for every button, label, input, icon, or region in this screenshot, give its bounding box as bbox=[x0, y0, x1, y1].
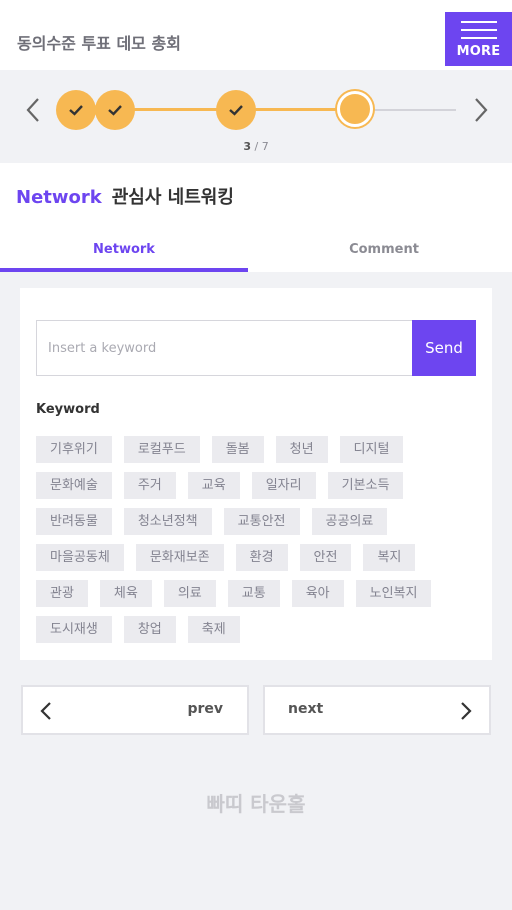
step-done-3[interactable] bbox=[216, 90, 256, 130]
keyword-chip[interactable]: 육아 bbox=[291, 580, 344, 607]
keyword-chip[interactable]: 환경 bbox=[235, 544, 288, 571]
step-current[interactable] bbox=[337, 91, 373, 127]
chip-row: 기후위기 로컬푸드 돌봄 청년 디지털 bbox=[36, 436, 476, 472]
next-button[interactable]: next bbox=[263, 685, 491, 735]
chip-row: 반려동물 청소년정책 교통안전 공공의료 bbox=[36, 508, 476, 544]
keyword-chip[interactable]: 교육 bbox=[187, 472, 240, 499]
footer-brand: 빠띠 타운홀 bbox=[206, 792, 306, 816]
keyword-chip[interactable]: 마을공동체 bbox=[36, 544, 124, 571]
chip-row: 마을공동체 문화재보존 환경 안전 복지 bbox=[36, 544, 476, 580]
keyword-chip[interactable]: 노인복지 bbox=[355, 580, 432, 607]
keyword-chip[interactable]: 문화예술 bbox=[36, 472, 112, 499]
keyword-input[interactable] bbox=[36, 320, 413, 376]
hamburger-icon bbox=[461, 21, 497, 45]
chevron-right-icon[interactable] bbox=[470, 95, 492, 125]
check-icon bbox=[108, 105, 122, 116]
keyword-chip[interactable]: 축제 bbox=[187, 616, 240, 643]
keyword-chip[interactable]: 돌봄 bbox=[211, 436, 264, 463]
keyword-chip[interactable]: 기본소득 bbox=[327, 472, 404, 499]
section-title: Network 관심사 네트워킹 bbox=[16, 183, 234, 209]
keyword-chip[interactable]: 교통 bbox=[227, 580, 280, 607]
keyword-chip[interactable]: 디지털 bbox=[339, 436, 404, 463]
keyword-input-row: Send bbox=[36, 320, 476, 376]
step-progress: 3 / 7 bbox=[0, 70, 512, 162]
keyword-label: Keyword bbox=[36, 402, 100, 417]
app-title: 동의수준 투표 데모 총회 bbox=[17, 34, 181, 53]
prev-button[interactable]: prev bbox=[21, 685, 249, 735]
section-title-en: Network bbox=[16, 187, 102, 208]
tab-comment[interactable]: Comment bbox=[256, 235, 512, 272]
chevron-left-icon bbox=[40, 702, 51, 720]
more-label: MORE bbox=[456, 44, 501, 59]
step-done-1[interactable] bbox=[56, 90, 96, 130]
tab-network[interactable]: Network bbox=[0, 235, 248, 272]
keyword-chip[interactable]: 기후위기 bbox=[36, 436, 112, 463]
keyword-chip[interactable]: 주거 bbox=[123, 472, 176, 499]
keyword-chip[interactable]: 복지 bbox=[363, 544, 416, 571]
keyword-chip[interactable]: 창업 bbox=[123, 616, 176, 643]
next-label: next bbox=[288, 701, 324, 717]
section-title-ko: 관심사 네트워킹 bbox=[111, 187, 234, 208]
keyword-chip[interactable]: 도시재생 bbox=[36, 616, 112, 643]
send-button[interactable]: Send bbox=[412, 320, 476, 376]
keyword-chip[interactable]: 체육 bbox=[99, 580, 152, 607]
total-steps: 7 bbox=[261, 140, 269, 153]
keyword-chip[interactable]: 관광 bbox=[36, 580, 88, 607]
step-done-2[interactable] bbox=[95, 90, 135, 130]
step-counter: 3 / 7 bbox=[0, 140, 512, 153]
current-step: 3 bbox=[243, 140, 251, 153]
more-menu-button[interactable]: MORE bbox=[445, 12, 512, 66]
header: 동의수준 투표 데모 총회 MORE bbox=[0, 0, 512, 70]
keyword-chip[interactable]: 청년 bbox=[275, 436, 328, 463]
chip-row: 문화예술 주거 교육 일자리 기본소득 bbox=[36, 472, 476, 508]
check-icon bbox=[229, 105, 243, 116]
chip-row: 관광 체육 의료 교통 육아 노인복지 bbox=[36, 580, 476, 616]
keyword-chip[interactable]: 안전 bbox=[299, 544, 352, 571]
step-separator: / bbox=[254, 140, 259, 153]
keyword-chip[interactable]: 일자리 bbox=[251, 472, 316, 499]
keyword-chip[interactable]: 의료 bbox=[163, 580, 216, 607]
section-header: Network 관심사 네트워킹 Network Comment bbox=[0, 163, 512, 272]
chip-row: 도시재생 창업 축제 bbox=[36, 616, 476, 652]
chevron-right-icon bbox=[461, 702, 472, 720]
keyword-chip[interactable]: 문화재보존 bbox=[135, 544, 224, 571]
chevron-left-icon[interactable] bbox=[22, 95, 44, 125]
check-icon bbox=[69, 105, 83, 116]
app: 동의수준 투표 데모 총회 MORE 3 / 7 Network 관심사 네트워… bbox=[0, 0, 512, 910]
keyword-chip[interactable]: 공공의료 bbox=[311, 508, 388, 535]
keyword-chip[interactable]: 로컬푸드 bbox=[123, 436, 200, 463]
keyword-chip-list: 기후위기 로컬푸드 돌봄 청년 디지털 문화예술 주거 교육 일자리 기본소득 … bbox=[36, 436, 476, 652]
keyword-chip[interactable]: 반려동물 bbox=[36, 508, 112, 535]
keyword-card: Send Keyword 기후위기 로컬푸드 돌봄 청년 디지털 문화예술 주거… bbox=[20, 288, 492, 660]
prev-label: prev bbox=[187, 701, 223, 717]
keyword-chip[interactable]: 청소년정책 bbox=[123, 508, 212, 535]
keyword-chip[interactable]: 교통안전 bbox=[223, 508, 300, 535]
tab-bar: Network Comment bbox=[0, 235, 512, 272]
